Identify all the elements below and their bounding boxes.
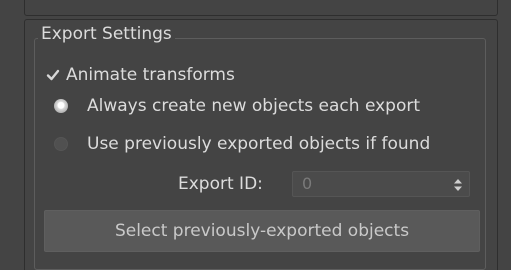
spinner-arrows-icon[interactable]: [453, 177, 463, 191]
radio-selected-icon: [54, 99, 68, 113]
radio-use-previous-label: Use previously exported objects if found: [87, 134, 431, 154]
radio-always-create-new-label: Always create new objects each export: [87, 96, 421, 116]
export-id-label: Export ID:: [178, 174, 263, 194]
animate-transforms-checkbox[interactable]: Animate transforms: [46, 63, 235, 87]
previous-rollout-panel: [24, 0, 498, 16]
checkmark-icon: [46, 68, 60, 82]
export-id-input[interactable]: [293, 172, 452, 196]
group-title: Export Settings: [38, 22, 175, 46]
select-previously-exported-button[interactable]: Select previously-exported objects: [44, 210, 480, 252]
radio-always-create-new[interactable]: Always create new objects each export: [54, 93, 420, 119]
radio-unselected-icon: [54, 137, 68, 151]
animate-transforms-label: Animate transforms: [66, 65, 235, 85]
export-id-spinner: [292, 171, 470, 197]
radio-use-previous[interactable]: Use previously exported objects if found: [54, 131, 430, 157]
rollout-container: Export Settings Animate transforms Alway…: [0, 0, 511, 270]
